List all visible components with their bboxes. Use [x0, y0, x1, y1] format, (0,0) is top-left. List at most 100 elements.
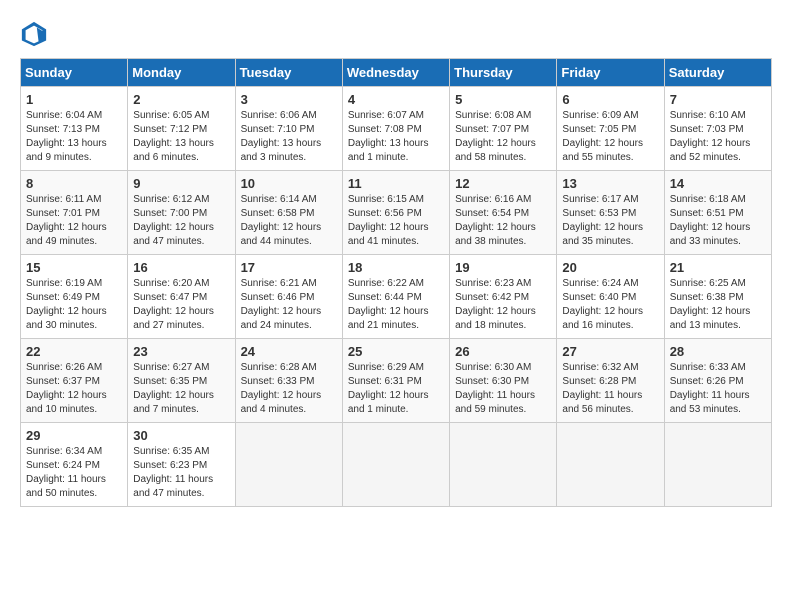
calendar-cell: 3 Sunrise: 6:06 AM Sunset: 7:10 PM Daylig… — [235, 87, 342, 171]
day-info: Sunrise: 6:11 AM Sunset: 7:01 PM Dayligh… — [26, 193, 122, 249]
calendar-cell — [342, 423, 449, 507]
calendar-cell: 8 Sunrise: 6:11 AM Sunset: 7:01 PM Daylig… — [21, 171, 128, 255]
day-number: 3 — [241, 92, 337, 107]
day-info: Sunrise: 6:15 AM Sunset: 6:56 PM Dayligh… — [348, 193, 444, 249]
day-number: 28 — [670, 344, 766, 359]
calendar-cell — [557, 423, 664, 507]
calendar-cell: 17 Sunrise: 6:21 AM Sunset: 6:46 PM Dayli… — [235, 255, 342, 339]
day-number: 14 — [670, 176, 766, 191]
day-number: 25 — [348, 344, 444, 359]
calendar-cell: 28 Sunrise: 6:33 AM Sunset: 6:26 PM Dayli… — [664, 339, 771, 423]
day-number: 13 — [562, 176, 658, 191]
calendar-cell: 16 Sunrise: 6:20 AM Sunset: 6:47 PM Dayli… — [128, 255, 235, 339]
day-info: Sunrise: 6:04 AM Sunset: 7:13 PM Dayligh… — [26, 109, 122, 165]
column-header-sunday: Sunday — [21, 59, 128, 87]
calendar-cell: 29Sunrise: 6:34 AM Sunset: 6:24 PM Dayli… — [21, 423, 128, 507]
column-header-tuesday: Tuesday — [235, 59, 342, 87]
day-info: Sunrise: 6:26 AM Sunset: 6:37 PM Dayligh… — [26, 361, 122, 417]
day-info: Sunrise: 6:34 AM Sunset: 6:24 PM Dayligh… — [26, 445, 122, 501]
day-info: Sunrise: 6:25 AM Sunset: 6:38 PM Dayligh… — [670, 277, 766, 333]
day-number: 16 — [133, 260, 229, 275]
column-header-wednesday: Wednesday — [342, 59, 449, 87]
calendar-cell: 23 Sunrise: 6:27 AM Sunset: 6:35 PM Dayli… — [128, 339, 235, 423]
day-info: Sunrise: 6:10 AM Sunset: 7:03 PM Dayligh… — [670, 109, 766, 165]
column-header-friday: Friday — [557, 59, 664, 87]
calendar-cell: 1 Sunrise: 6:04 AM Sunset: 7:13 PM Daylig… — [21, 87, 128, 171]
day-number: 10 — [241, 176, 337, 191]
calendar-cell: 19 Sunrise: 6:23 AM Sunset: 6:42 PM Dayli… — [450, 255, 557, 339]
calendar-cell: 14Sunrise: 6:18 AM Sunset: 6:51 PM Dayli… — [664, 171, 771, 255]
day-number: 18 — [348, 260, 444, 275]
calendar-cell: 15Sunrise: 6:19 AM Sunset: 6:49 PM Dayli… — [21, 255, 128, 339]
calendar-cell: 5 Sunrise: 6:08 AM Sunset: 7:07 PM Daylig… — [450, 87, 557, 171]
day-info: Sunrise: 6:16 AM Sunset: 6:54 PM Dayligh… — [455, 193, 551, 249]
day-info: Sunrise: 6:33 AM Sunset: 6:26 PM Dayligh… — [670, 361, 766, 417]
day-number: 5 — [455, 92, 551, 107]
day-number: 23 — [133, 344, 229, 359]
day-info: Sunrise: 6:35 AM Sunset: 6:23 PM Dayligh… — [133, 445, 229, 501]
day-info: Sunrise: 6:07 AM Sunset: 7:08 PM Dayligh… — [348, 109, 444, 165]
day-number: 22 — [26, 344, 122, 359]
day-number: 4 — [348, 92, 444, 107]
day-info: Sunrise: 6:28 AM Sunset: 6:33 PM Dayligh… — [241, 361, 337, 417]
calendar-cell: 24 Sunrise: 6:28 AM Sunset: 6:33 PM Dayli… — [235, 339, 342, 423]
day-number: 30 — [133, 428, 229, 443]
day-info: Sunrise: 6:20 AM Sunset: 6:47 PM Dayligh… — [133, 277, 229, 333]
day-number: 17 — [241, 260, 337, 275]
calendar-cell: 11 Sunrise: 6:15 AM Sunset: 6:56 PM Dayli… — [342, 171, 449, 255]
calendar-cell: 21 Sunrise: 6:25 AM Sunset: 6:38 PM Dayli… — [664, 255, 771, 339]
day-info: Sunrise: 6:22 AM Sunset: 6:44 PM Dayligh… — [348, 277, 444, 333]
column-header-saturday: Saturday — [664, 59, 771, 87]
day-number: 6 — [562, 92, 658, 107]
logo — [20, 20, 52, 48]
day-info: Sunrise: 6:08 AM Sunset: 7:07 PM Dayligh… — [455, 109, 551, 165]
day-info: Sunrise: 6:14 AM Sunset: 6:58 PM Dayligh… — [241, 193, 337, 249]
day-info: Sunrise: 6:21 AM Sunset: 6:46 PM Dayligh… — [241, 277, 337, 333]
page-header — [20, 20, 772, 48]
calendar-cell — [450, 423, 557, 507]
day-number: 20 — [562, 260, 658, 275]
calendar-cell: 18 Sunrise: 6:22 AM Sunset: 6:44 PM Dayli… — [342, 255, 449, 339]
calendar-cell: 20Sunrise: 6:24 AM Sunset: 6:40 PM Dayli… — [557, 255, 664, 339]
calendar-cell: 13 Sunrise: 6:17 AM Sunset: 6:53 PM Dayli… — [557, 171, 664, 255]
calendar-cell — [664, 423, 771, 507]
calendar-cell: 26 Sunrise: 6:30 AM Sunset: 6:30 PM Dayli… — [450, 339, 557, 423]
day-info: Sunrise: 6:17 AM Sunset: 6:53 PM Dayligh… — [562, 193, 658, 249]
calendar-cell: 25Sunrise: 6:29 AM Sunset: 6:31 PM Dayli… — [342, 339, 449, 423]
calendar-week-row: 29Sunrise: 6:34 AM Sunset: 6:24 PM Dayli… — [21, 423, 772, 507]
calendar-week-row: 8 Sunrise: 6:11 AM Sunset: 7:01 PM Daylig… — [21, 171, 772, 255]
day-info: Sunrise: 6:27 AM Sunset: 6:35 PM Dayligh… — [133, 361, 229, 417]
calendar-cell: 9Sunrise: 6:12 AM Sunset: 7:00 PM Daylig… — [128, 171, 235, 255]
calendar-body: 1 Sunrise: 6:04 AM Sunset: 7:13 PM Daylig… — [21, 87, 772, 507]
day-number: 9 — [133, 176, 229, 191]
calendar-table: SundayMondayTuesdayWednesdayThursdayFrid… — [20, 58, 772, 507]
day-number: 21 — [670, 260, 766, 275]
calendar-cell: 30 Sunrise: 6:35 AM Sunset: 6:23 PM Dayli… — [128, 423, 235, 507]
day-number: 24 — [241, 344, 337, 359]
day-info: Sunrise: 6:06 AM Sunset: 7:10 PM Dayligh… — [241, 109, 337, 165]
day-number: 15 — [26, 260, 122, 275]
day-info: Sunrise: 6:23 AM Sunset: 6:42 PM Dayligh… — [455, 277, 551, 333]
column-header-monday: Monday — [128, 59, 235, 87]
day-number: 11 — [348, 176, 444, 191]
day-number: 2 — [133, 92, 229, 107]
calendar-cell: 12 Sunrise: 6:16 AM Sunset: 6:54 PM Dayli… — [450, 171, 557, 255]
calendar-cell: 10 Sunrise: 6:14 AM Sunset: 6:58 PM Dayli… — [235, 171, 342, 255]
day-number: 12 — [455, 176, 551, 191]
day-number: 7 — [670, 92, 766, 107]
column-header-thursday: Thursday — [450, 59, 557, 87]
calendar-cell — [235, 423, 342, 507]
calendar-week-row: 15Sunrise: 6:19 AM Sunset: 6:49 PM Dayli… — [21, 255, 772, 339]
calendar-cell: 27Sunrise: 6:32 AM Sunset: 6:28 PM Dayli… — [557, 339, 664, 423]
calendar-week-row: 22 Sunrise: 6:26 AM Sunset: 6:37 PM Dayli… — [21, 339, 772, 423]
day-info: Sunrise: 6:09 AM Sunset: 7:05 PM Dayligh… — [562, 109, 658, 165]
calendar-cell: 2Sunrise: 6:05 AM Sunset: 7:12 PM Daylig… — [128, 87, 235, 171]
day-number: 1 — [26, 92, 122, 107]
logo-icon — [20, 20, 48, 48]
calendar-cell: 22 Sunrise: 6:26 AM Sunset: 6:37 PM Dayli… — [21, 339, 128, 423]
day-info: Sunrise: 6:30 AM Sunset: 6:30 PM Dayligh… — [455, 361, 551, 417]
day-number: 26 — [455, 344, 551, 359]
day-number: 8 — [26, 176, 122, 191]
day-number: 19 — [455, 260, 551, 275]
calendar-cell: 4 Sunrise: 6:07 AM Sunset: 7:08 PM Daylig… — [342, 87, 449, 171]
